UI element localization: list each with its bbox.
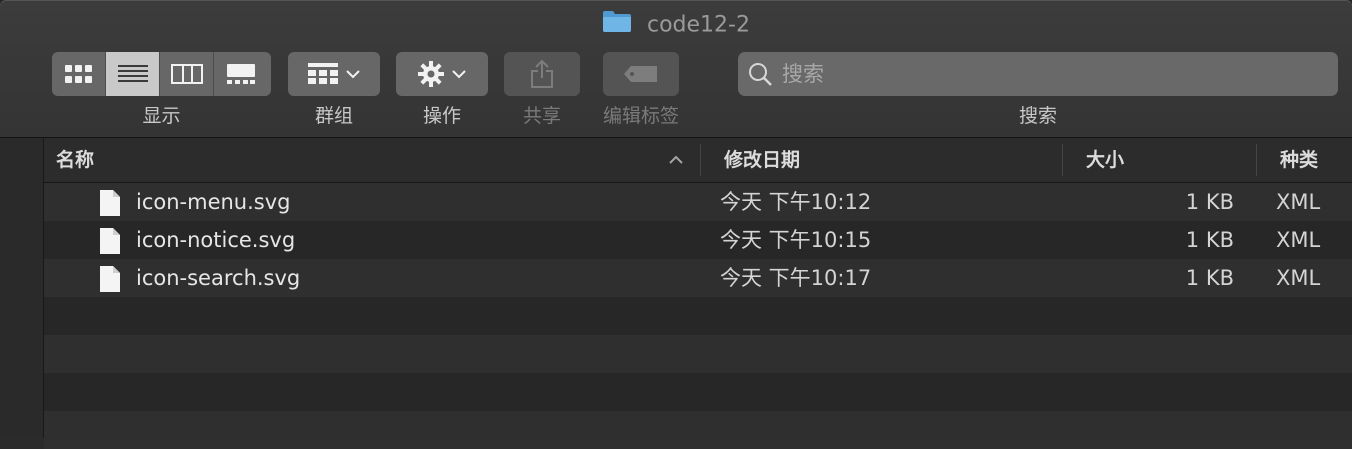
file-kind: XML — [1276, 228, 1321, 252]
list-view-icon — [117, 65, 148, 82]
empty-row — [44, 297, 1352, 335]
file-row[interactable]: icon-search.svg 今天 下午10:17 1 KB XML — [44, 259, 1352, 297]
list-view-button[interactable] — [106, 52, 160, 96]
file-date: 今天 下午10:15 — [720, 228, 872, 252]
search-icon — [749, 63, 772, 86]
gallery-view-button[interactable] — [214, 52, 268, 96]
icon-view-icon — [64, 65, 92, 83]
column-divider[interactable] — [700, 144, 701, 176]
share-button-wrap — [504, 52, 580, 96]
file-name: icon-menu.svg — [136, 190, 291, 214]
file-kind: XML — [1276, 190, 1321, 214]
action-button[interactable] — [396, 52, 488, 96]
share-label: 共享 — [522, 105, 561, 127]
file-list: icon-menu.svg 今天 下午10:12 1 KB XML icon-n… — [44, 183, 1352, 449]
file-date: 今天 下午10:12 — [720, 190, 872, 214]
tag-icon — [624, 66, 657, 82]
sort-ascending-icon[interactable] — [668, 155, 684, 165]
share-icon — [531, 59, 553, 88]
document-icon — [100, 266, 120, 297]
empty-row — [44, 335, 1352, 373]
file-size: 1 KB — [1185, 266, 1234, 290]
file-name: icon-search.svg — [136, 266, 301, 290]
action-button-wrap — [396, 52, 488, 96]
edit-tags-button[interactable] — [603, 52, 679, 96]
document-icon — [100, 190, 120, 221]
file-size: 1 KB — [1185, 228, 1234, 252]
chevron-down-icon — [452, 70, 466, 79]
gear-icon — [418, 61, 444, 87]
file-kind: XML — [1276, 266, 1321, 290]
tags-button-wrap — [603, 52, 679, 96]
file-name: icon-notice.svg — [136, 228, 296, 252]
column-view-button[interactable] — [160, 52, 214, 96]
group-label: 群组 — [314, 105, 353, 127]
file-row[interactable]: icon-menu.svg 今天 下午10:12 1 KB XML — [44, 183, 1352, 221]
column-name-header[interactable]: 名称 — [56, 138, 94, 182]
column-header: 名称 修改日期 大小 种类 — [44, 138, 1352, 183]
chevron-down-icon — [346, 70, 360, 79]
column-date-header[interactable]: 修改日期 — [724, 138, 800, 182]
view-label: 显示 — [142, 105, 181, 127]
edit-tags-label: 编辑标签 — [602, 105, 679, 127]
empty-row — [44, 373, 1352, 411]
file-date: 今天 下午10:17 — [720, 266, 872, 290]
column-view-icon — [170, 64, 203, 84]
icon-view-button[interactable] — [52, 52, 106, 96]
share-button[interactable] — [504, 52, 580, 96]
toolbar: code12-2 显示 群组 操作 共享 编辑标签 搜索 搜索 — [0, 0, 1352, 138]
group-grid-icon — [308, 63, 338, 84]
sidebar-strip — [0, 138, 44, 438]
empty-row — [44, 411, 1352, 449]
column-kind-header[interactable]: 种类 — [1280, 138, 1318, 182]
window-title-text: code12-2 — [647, 12, 750, 38]
column-divider[interactable] — [1256, 144, 1257, 176]
group-button[interactable] — [288, 52, 380, 96]
window-title: code12-2 — [0, 9, 1352, 42]
finder-window: code12-2 显示 群组 操作 共享 编辑标签 搜索 搜索 名称 修改日期 … — [0, 0, 1352, 449]
search-label: 搜索 — [1018, 105, 1057, 127]
view-mode-control — [52, 52, 271, 96]
column-size-header[interactable]: 大小 — [1086, 138, 1124, 182]
file-size: 1 KB — [1185, 190, 1234, 214]
gallery-view-icon — [227, 64, 255, 84]
document-icon — [100, 228, 120, 259]
action-label: 操作 — [422, 105, 461, 127]
column-divider[interactable] — [1062, 144, 1063, 176]
folder-icon — [602, 9, 632, 42]
search-input[interactable] — [780, 61, 1304, 87]
group-button-wrap — [288, 52, 380, 96]
search-field[interactable] — [738, 52, 1338, 96]
file-row[interactable]: icon-notice.svg 今天 下午10:15 1 KB XML — [44, 221, 1352, 259]
